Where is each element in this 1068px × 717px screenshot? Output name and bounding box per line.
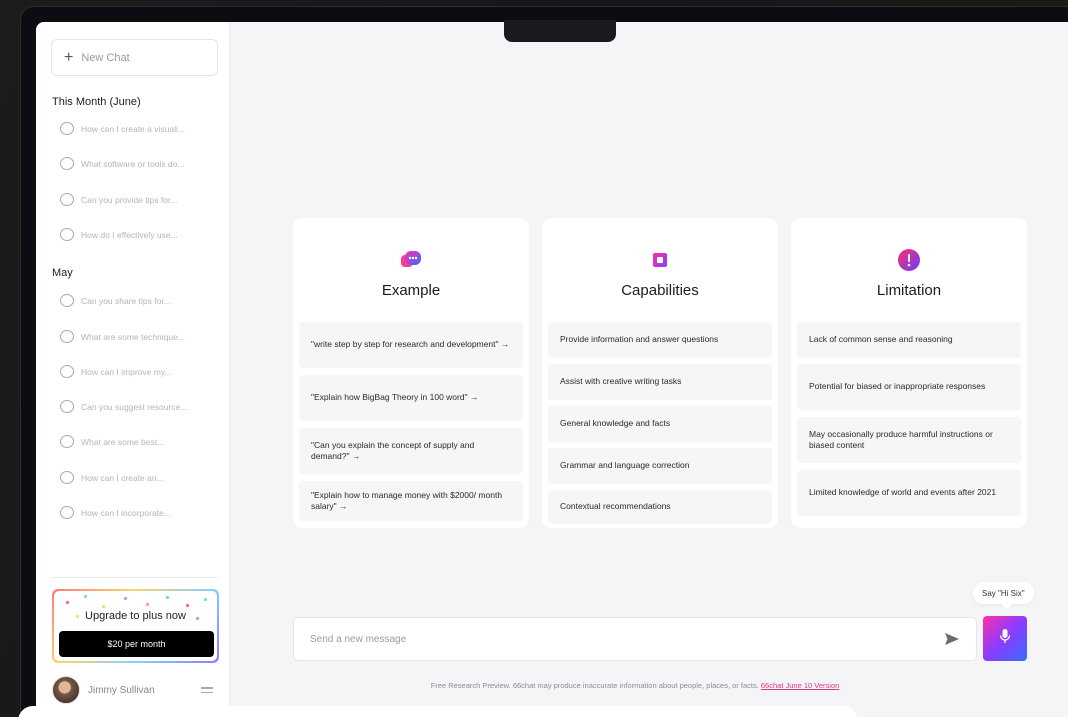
history-item-label: Can you suggest resource...	[81, 401, 188, 412]
device-notch	[504, 20, 616, 42]
history-item[interactable]: Can you provide tips for...	[60, 193, 177, 206]
alert-icon	[897, 248, 921, 272]
upgrade-title: Upgrade to plus now	[85, 610, 186, 622]
send-icon[interactable]	[944, 631, 960, 647]
chat-bubble-icon	[60, 365, 74, 378]
capability-item: Provide information and answer questions	[548, 322, 772, 358]
microphone-icon	[999, 628, 1011, 649]
history-item[interactable]: What are some best...	[60, 435, 164, 448]
history-item-label: How can I incorporate...	[81, 507, 171, 518]
limitation-item: May occasionally produce harmful instruc…	[797, 417, 1021, 463]
upgrade-card: Upgrade to plus now $20 per month	[52, 589, 219, 663]
user-name: Jimmy Sullivan	[88, 684, 155, 696]
chat-bubble-icon	[60, 193, 74, 206]
example-card: Example "write step by step for research…	[293, 218, 529, 528]
card-title: Limitation	[876, 282, 942, 299]
microphone-button[interactable]	[983, 616, 1027, 661]
history-item-label: How can I improve my...	[81, 366, 172, 377]
limitation-item: Lack of common sense and reasoning	[797, 322, 1021, 358]
chat-bubble-icon	[399, 248, 423, 272]
footer-disclaimer: Free Research Preview. 66chat may produc…	[293, 681, 977, 690]
app-screen: + New Chat This Month (June) How can I c…	[36, 22, 1068, 717]
message-composer	[293, 617, 977, 661]
history-item-label: What are some technique...	[81, 331, 185, 342]
history-item[interactable]: How can I create an...	[60, 471, 164, 484]
history-item[interactable]: Can you share tips for...	[60, 294, 171, 307]
new-chat-label: New Chat	[81, 51, 130, 64]
history-item-label: How do I effectively use...	[81, 229, 178, 240]
chat-bubble-icon	[60, 157, 74, 170]
card-title: Example	[381, 282, 441, 299]
capabilities-card: Capabilities Provide information and ans…	[542, 218, 778, 528]
example-prompt[interactable]: "write step by step for research and dev…	[299, 322, 523, 368]
history-item[interactable]: Can you suggest resource...	[60, 400, 187, 413]
new-chat-button[interactable]: + New Chat	[51, 39, 218, 76]
chat-bubble-icon	[60, 294, 74, 307]
upgrade-button[interactable]: $20 per month	[59, 631, 214, 657]
history-item-label: Can you provide tips for...	[81, 194, 178, 205]
plus-icon: +	[64, 48, 74, 66]
history-section-title: This Month (June)	[52, 96, 141, 108]
example-prompt[interactable]: "Explain how to manage money with $2000/…	[299, 481, 523, 521]
chat-bubble-icon	[60, 122, 74, 135]
chat-bubble-icon	[60, 400, 74, 413]
sidebar: + New Chat This Month (June) How can I c…	[36, 22, 230, 717]
user-profile[interactable]: Jimmy Sullivan	[52, 675, 219, 705]
history-item-label: How can I create an...	[81, 472, 164, 483]
example-prompt[interactable]: "Can you explain the concept of supply a…	[299, 428, 523, 474]
history-item[interactable]: How do I effectively use...	[60, 228, 178, 241]
capability-item: Assist with creative writing tasks	[548, 364, 772, 400]
avatar	[52, 676, 80, 704]
footer-text: Free Research Preview. 66chat may produc…	[430, 681, 759, 690]
history-item-label: What software or tools do...	[81, 158, 185, 169]
menu-icon[interactable]	[201, 687, 213, 693]
version-link[interactable]: 66chat June 10 Version	[761, 681, 839, 690]
capability-item: General knowledge and facts	[548, 406, 772, 442]
history-item-label: What are some best...	[81, 436, 165, 447]
history-item-label: How can I create a visuali...	[81, 123, 185, 134]
chat-bubble-icon	[60, 471, 74, 484]
limitation-card: Limitation Lack of common sense and reas…	[791, 218, 1027, 528]
example-prompt[interactable]: "Explain how BigBag Theory in 100 word" …	[299, 375, 523, 421]
history-item[interactable]: How can I create a visuali...	[60, 122, 185, 135]
history-item[interactable]: What are some technique...	[60, 330, 185, 343]
message-input[interactable]	[310, 633, 944, 645]
bottom-overlay-panel	[18, 706, 858, 717]
history-section-title: May	[52, 267, 73, 279]
chat-bubble-icon	[60, 506, 74, 519]
capability-item: Grammar and language correction	[548, 448, 772, 484]
sidebar-divider	[52, 577, 219, 578]
chat-bubble-icon	[60, 330, 74, 343]
voice-tooltip: Say "Hi Six"	[973, 582, 1034, 604]
history-item[interactable]: How can I improve my...	[60, 365, 172, 378]
capability-item: Contextual recommendations	[548, 490, 772, 524]
upgrade-card-inner: Upgrade to plus now $20 per month	[54, 591, 217, 661]
limitation-item: Limited knowledge of world and events af…	[797, 470, 1021, 516]
history-item-label: Can you share tips for...	[81, 295, 171, 306]
card-title: Capabilities	[621, 282, 699, 299]
chat-bubble-icon	[60, 435, 74, 448]
history-item[interactable]: What software or tools do...	[60, 157, 184, 170]
limitation-item: Potential for biased or inappropriate re…	[797, 364, 1021, 410]
chat-bubble-icon	[60, 228, 74, 241]
chip-icon	[648, 248, 672, 272]
history-item[interactable]: How can I incorporate...	[60, 506, 171, 519]
